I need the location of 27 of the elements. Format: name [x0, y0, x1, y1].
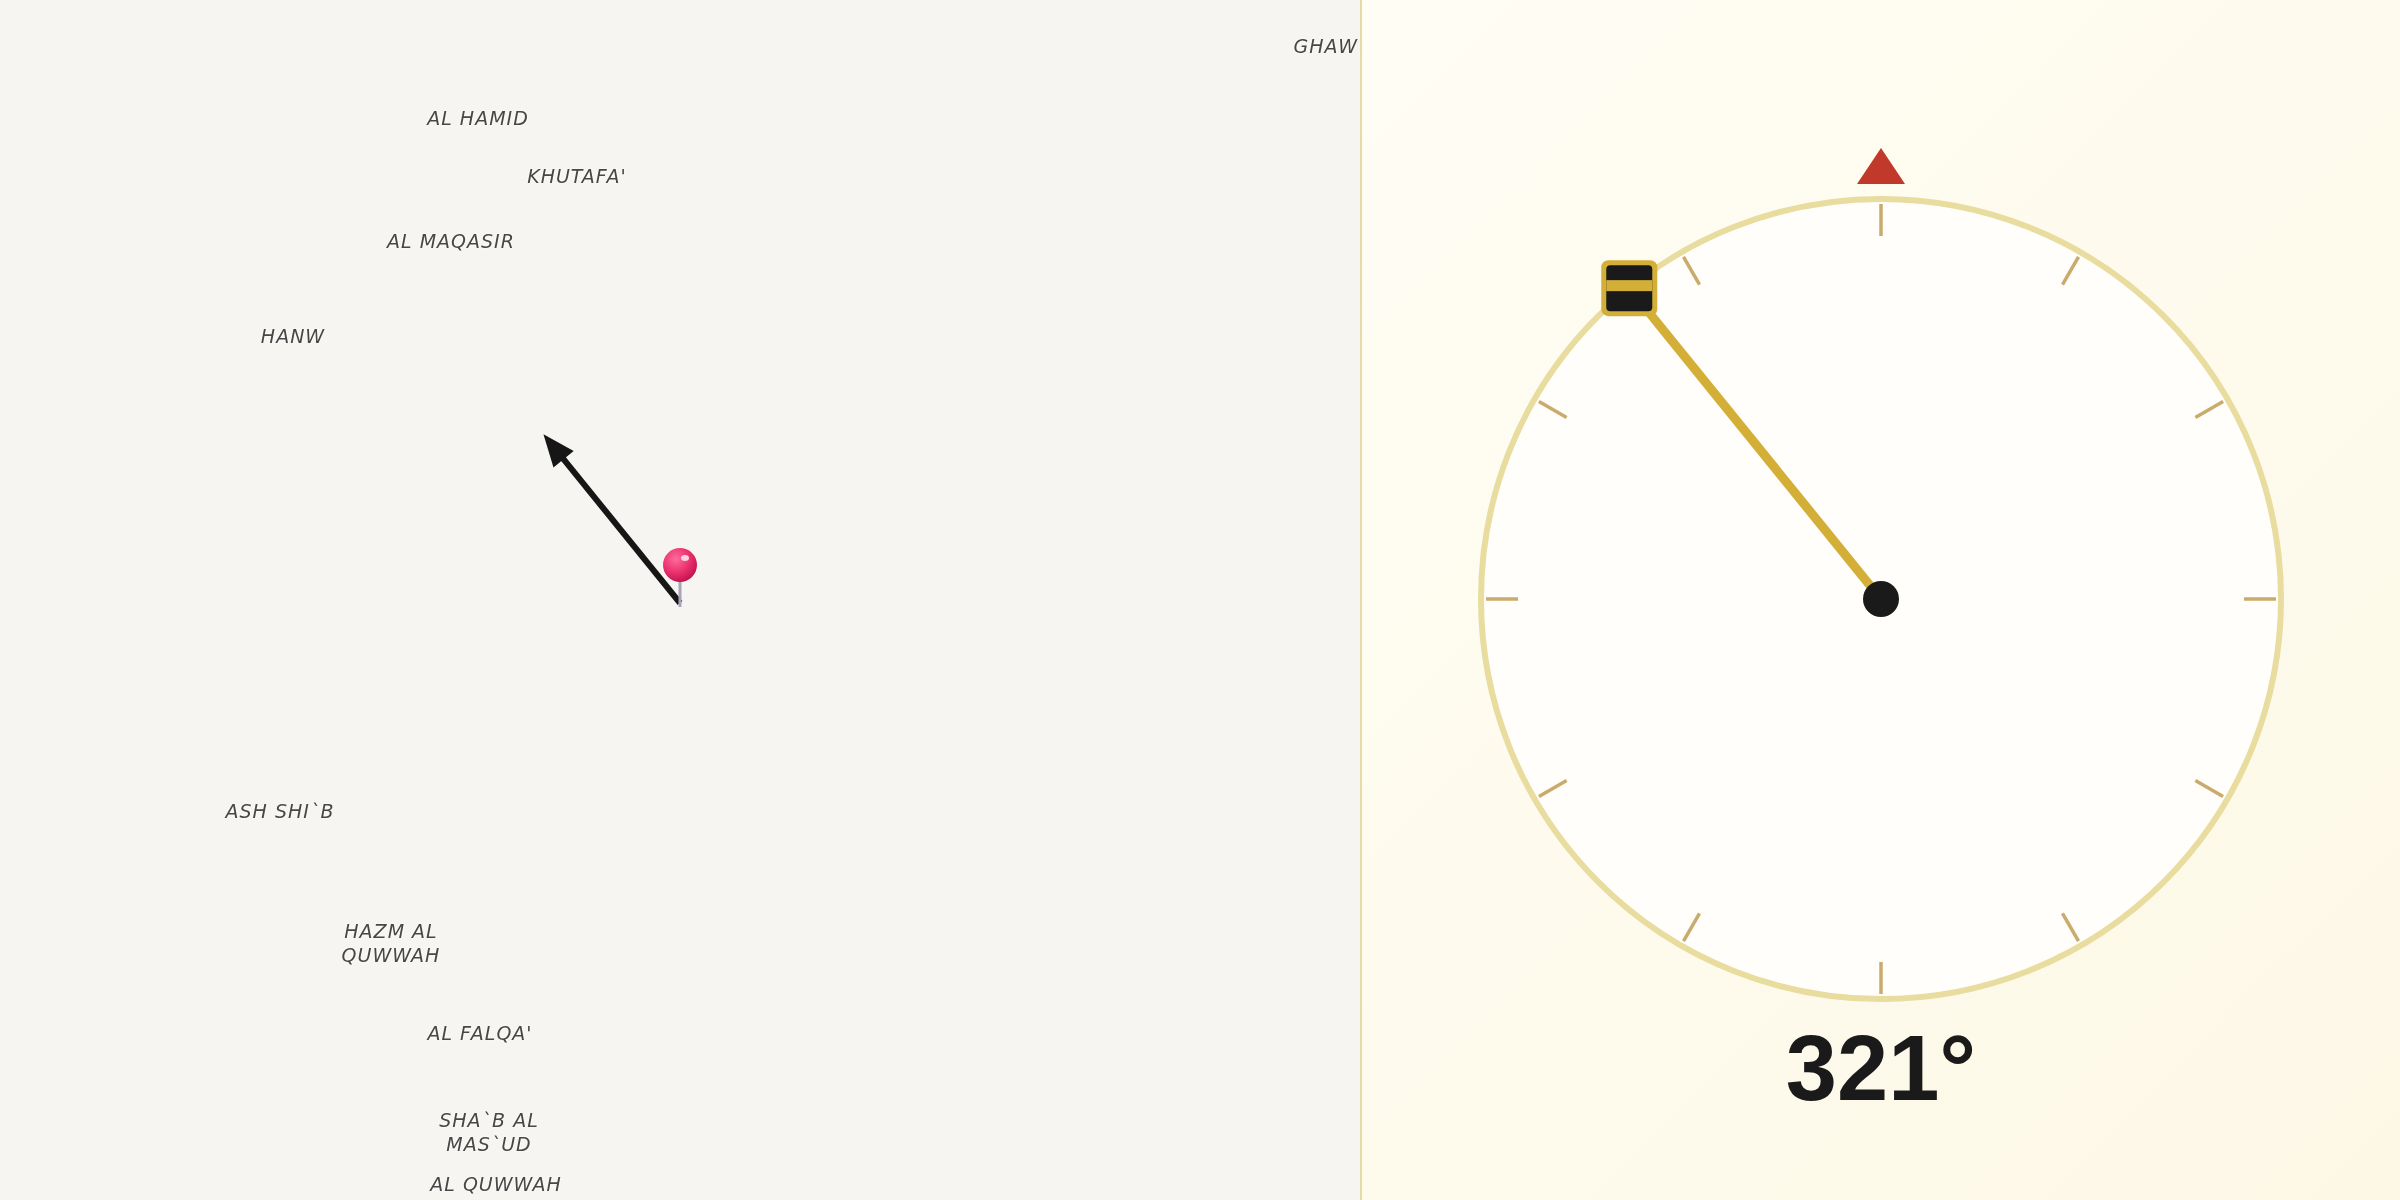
place-label: HANW: [260, 324, 326, 348]
place-label: AL HAMID: [427, 106, 529, 130]
dial-tick: [1538, 400, 1568, 419]
place-label: ASH SHI`B: [225, 799, 335, 823]
north-marker-icon: [1857, 148, 1905, 184]
bearing-readout: 321°: [1785, 1022, 1977, 1114]
place-label: GHAW: [1293, 34, 1358, 58]
dial-tick: [2061, 256, 2080, 286]
dial-tick: [1682, 256, 1701, 286]
map-pin-icon: [662, 547, 698, 607]
dial-tick: [2244, 597, 2276, 601]
kaaba-icon: [1601, 260, 1658, 317]
place-label: SHA`B AL MAS`UD: [438, 1108, 540, 1156]
dial-tick: [1538, 779, 1568, 798]
dial-tick: [1682, 912, 1701, 942]
dial-tick: [1879, 204, 1883, 236]
center-dot-icon: [1863, 581, 1899, 617]
place-label: AL QUWWAH: [430, 1172, 562, 1196]
place-label: AL FALQA': [427, 1021, 533, 1045]
place-label: AL MAQASIR: [387, 229, 515, 253]
dial-tick: [1486, 597, 1518, 601]
dial-tick: [2194, 400, 2224, 419]
dial-tick: [2061, 912, 2080, 942]
dial-tick: [1879, 962, 1883, 994]
place-label: HAZM AL QUWWAH: [340, 919, 442, 967]
place-label: KHUTAFA': [527, 164, 627, 188]
dial-tick: [2194, 779, 2224, 798]
